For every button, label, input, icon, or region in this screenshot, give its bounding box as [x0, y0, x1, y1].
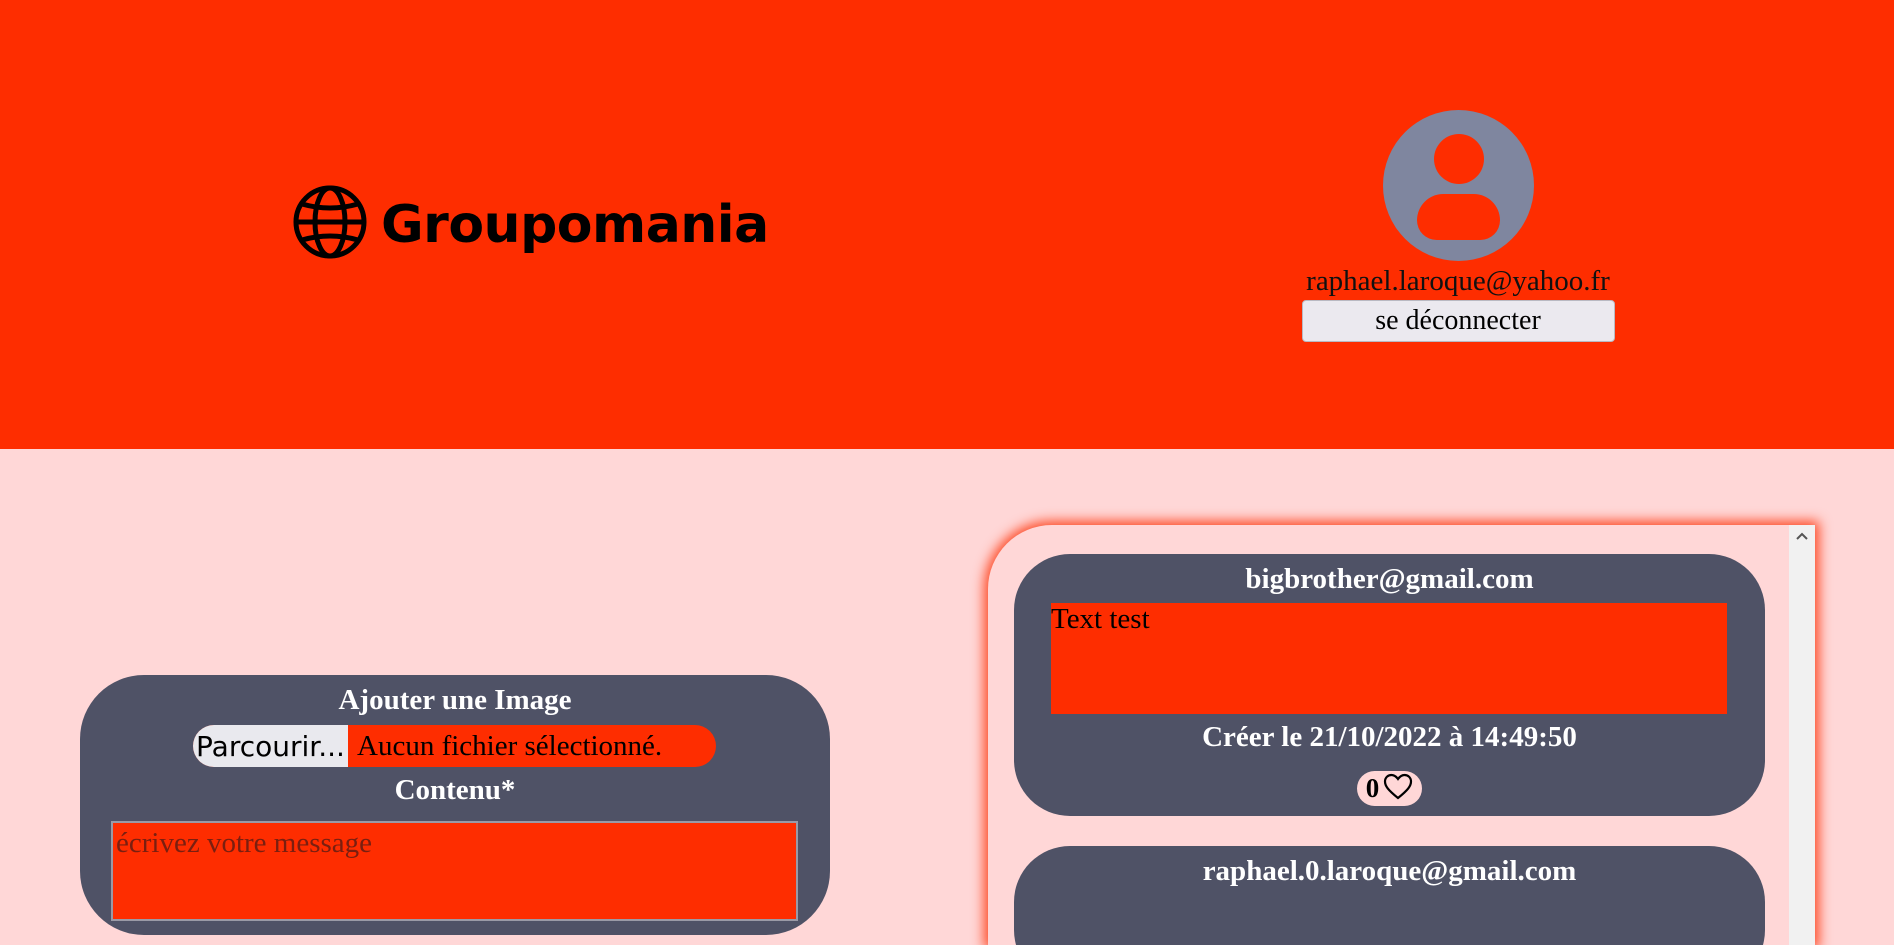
post-date: Créer le 21/10/2022 à 14:49:50 — [1202, 721, 1577, 753]
heart-icon — [1383, 773, 1413, 805]
like-button[interactable]: 0 — [1357, 771, 1422, 806]
browse-button[interactable]: Parcourir... — [193, 725, 348, 767]
content-label: Contenu* — [394, 774, 516, 806]
scroll-up-arrow-icon[interactable] — [1789, 525, 1815, 547]
post-author: bigbrother@gmail.com — [1245, 563, 1534, 595]
post-content: Text test — [1051, 603, 1727, 714]
logo[interactable]: Groupomania — [292, 184, 769, 265]
logout-button[interactable]: se déconnecter — [1301, 300, 1615, 342]
compose-form: Ajouter une Image Parcourir... Aucun fic… — [80, 675, 830, 935]
user-avatar-icon — [1382, 110, 1534, 261]
user-email: raphael.laroque@yahoo.fr — [1306, 265, 1610, 297]
file-status: Aucun fichier sélectionné. — [357, 729, 663, 762]
post-card: raphael.0.laroque@gmail.com — [1014, 846, 1765, 945]
feed-scrollbar[interactable] — [1789, 525, 1815, 945]
add-image-title: Ajouter une Image — [338, 684, 572, 716]
user-block: raphael.laroque@yahoo.fr se déconnecter — [1294, 110, 1622, 342]
file-input[interactable]: Parcourir... Aucun fichier sélectionné. — [193, 725, 716, 767]
message-input[interactable] — [111, 821, 798, 921]
logo-text: Groupomania — [381, 194, 769, 255]
posts-feed[interactable]: bigbrother@gmail.com Text test Créer le … — [988, 525, 1815, 945]
header: Groupomania raphael.laroque@yahoo.fr se … — [0, 0, 1894, 449]
post-card: bigbrother@gmail.com Text test Créer le … — [1014, 554, 1765, 816]
like-count: 0 — [1365, 773, 1380, 803]
post-author: raphael.0.laroque@gmail.com — [1202, 855, 1577, 887]
globe-icon — [292, 184, 368, 265]
